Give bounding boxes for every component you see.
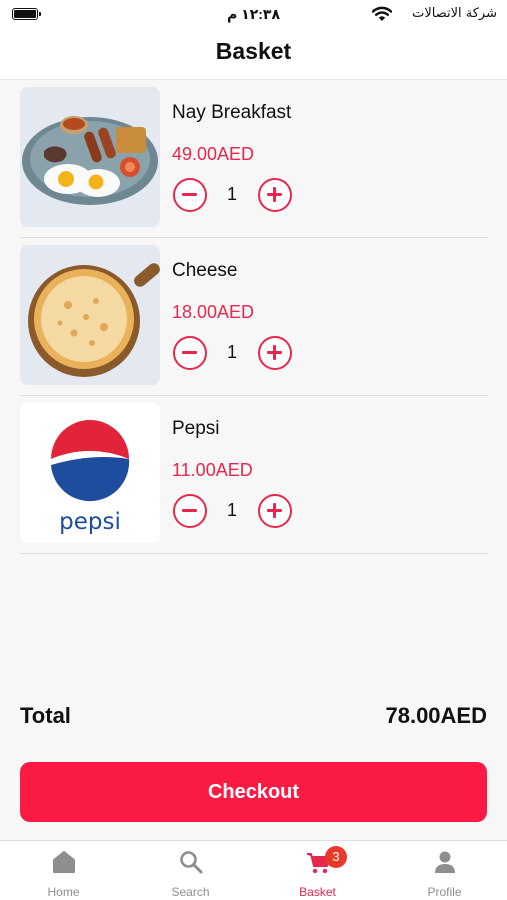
basket-item: Cheese 18.00AED 1 bbox=[20, 238, 488, 396]
home-icon bbox=[52, 851, 75, 873]
increase-quantity-button[interactable] bbox=[258, 178, 292, 212]
decrease-quantity-button[interactable] bbox=[173, 494, 207, 528]
header: Basket bbox=[0, 30, 507, 80]
cart-count-badge: 3 bbox=[325, 846, 347, 868]
checkout-button[interactable]: Checkout bbox=[20, 762, 487, 822]
tab-bar: Home Search 3 Basket Profile bbox=[0, 840, 507, 900]
tab-basket[interactable]: 3 Basket bbox=[254, 841, 381, 900]
increase-quantity-button[interactable] bbox=[258, 336, 292, 370]
search-icon bbox=[179, 851, 202, 874]
tab-search[interactable]: Search bbox=[127, 841, 254, 900]
pepsi-logo-text: pepsi bbox=[59, 509, 121, 535]
decrease-quantity-button[interactable] bbox=[173, 178, 207, 212]
page-title: Basket bbox=[215, 38, 292, 64]
basket-item: Nay Breakfast 49.00AED 1 bbox=[20, 80, 488, 238]
item-name: Nay Breakfast bbox=[172, 102, 292, 123]
tab-label: Search bbox=[171, 885, 210, 899]
carrier-name: شركة الاتصالات bbox=[412, 6, 497, 21]
item-quantity: 1 bbox=[226, 184, 237, 204]
total-value: 78.00AED bbox=[385, 703, 487, 728]
tab-label: Home bbox=[47, 885, 80, 899]
total-label: Total bbox=[20, 703, 71, 728]
person-icon bbox=[434, 851, 455, 873]
tab-home[interactable]: Home bbox=[0, 841, 127, 900]
basket-item-list: Nay Breakfast 49.00AED 1 Cheese 18.00AED… bbox=[20, 80, 488, 554]
item-name: Cheese bbox=[172, 260, 238, 281]
tab-label: Basket bbox=[299, 885, 336, 899]
item-name: Pepsi bbox=[172, 418, 220, 439]
wifi-icon bbox=[372, 6, 392, 21]
decrease-quantity-button[interactable] bbox=[173, 336, 207, 370]
cheese-pizza-image bbox=[20, 245, 160, 385]
item-quantity: 1 bbox=[226, 500, 237, 520]
item-price: 11.00AED bbox=[172, 460, 253, 480]
quantity-stepper: 1 bbox=[172, 494, 292, 528]
increase-quantity-button[interactable] bbox=[258, 494, 292, 528]
pepsi-logo-image: pepsi bbox=[20, 403, 160, 543]
total-row: Total 78.00AED bbox=[20, 703, 487, 733]
breakfast-plate-image bbox=[20, 87, 160, 227]
tab-label: Profile bbox=[427, 885, 462, 899]
basket-item: pepsi Pepsi 11.00AED 1 bbox=[20, 396, 488, 554]
tab-profile[interactable]: Profile bbox=[381, 841, 507, 900]
item-price: 18.00AED bbox=[172, 302, 255, 322]
item-quantity: 1 bbox=[226, 342, 237, 362]
quantity-stepper: 1 bbox=[172, 178, 292, 212]
status-bar: ١٢:٣٨ م شركة الاتصالات bbox=[0, 0, 507, 30]
item-price: 49.00AED bbox=[172, 144, 255, 164]
quantity-stepper: 1 bbox=[172, 336, 292, 370]
